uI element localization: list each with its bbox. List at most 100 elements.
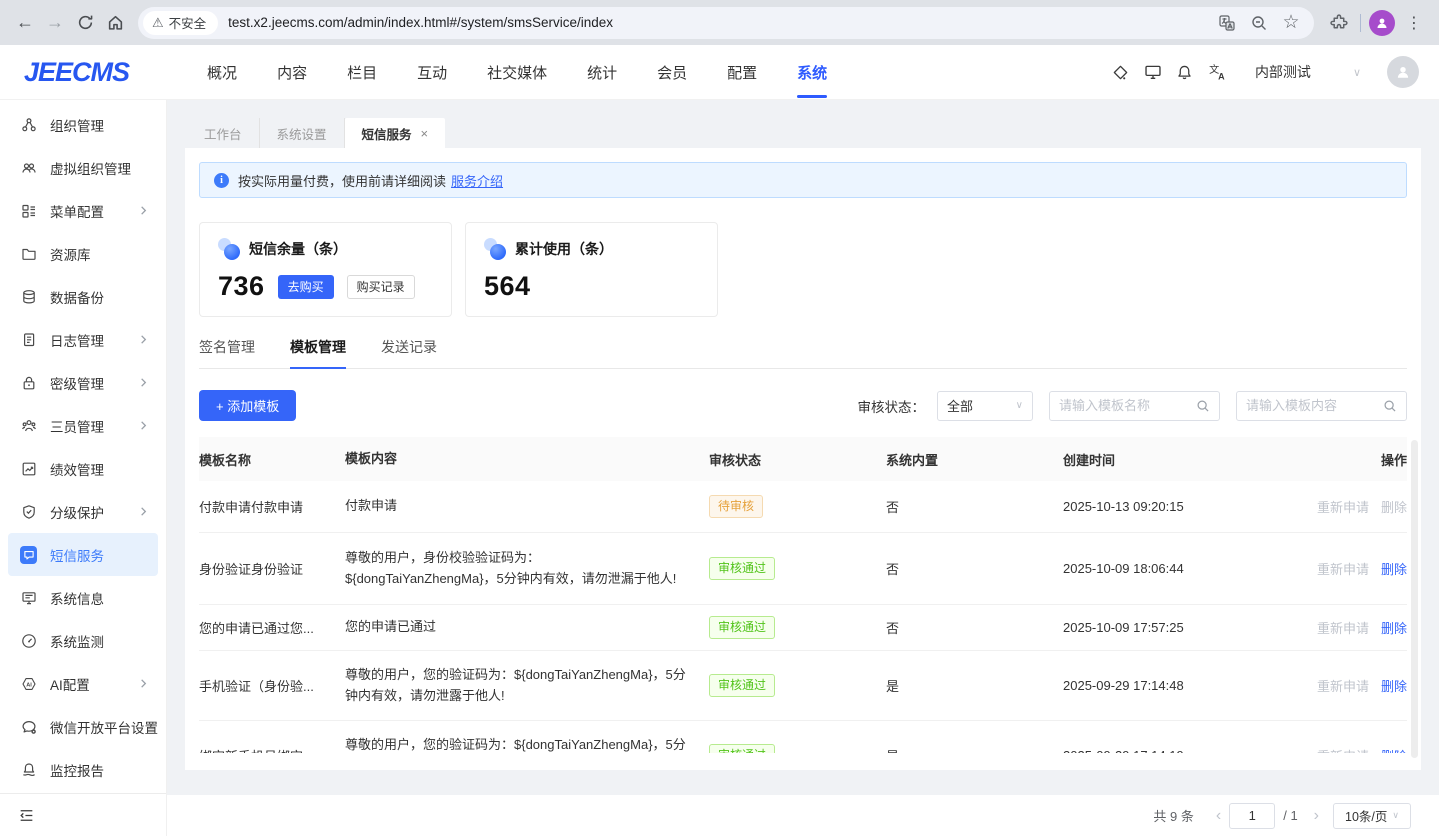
table-scrollbar[interactable]: [1411, 440, 1418, 758]
sidebar-item-classification-management[interactable]: 密级管理: [8, 361, 158, 404]
sidebar-item-label: AI配置: [50, 674, 138, 694]
app-header: JEECMS 概况 内容 栏目 互动 社交媒体 统计 会员 配置 系统 文A 内…: [0, 45, 1439, 100]
page-number-input[interactable]: [1229, 803, 1275, 829]
sidebar-item-resource-library[interactable]: 资源库: [8, 232, 158, 275]
browser-forward-icon[interactable]: →: [40, 8, 70, 38]
nav-item-interaction[interactable]: 互动: [397, 45, 467, 100]
created-time: 2025-09-29 17:14:48: [1063, 678, 1308, 693]
sidebar-item-wechat-open-platform[interactable]: 微信开放平台设置: [8, 705, 158, 748]
extensions-puzzle-icon[interactable]: [1326, 10, 1352, 36]
browser-reload-icon[interactable]: [70, 8, 100, 38]
workspace-tab-sms-service[interactable]: 短信服务 ×: [345, 118, 446, 148]
delete-link[interactable]: 删除: [1381, 749, 1407, 753]
nav-item-content[interactable]: 内容: [257, 45, 327, 100]
browser-menu-icon[interactable]: ⋮: [1399, 8, 1429, 38]
audit-status-select[interactable]: 全部 ∨: [937, 391, 1033, 421]
workspace-tab-dashboard[interactable]: 工作台: [187, 118, 260, 148]
prev-page-icon[interactable]: ‹: [1208, 807, 1229, 825]
tab-send-records[interactable]: 发送记录: [381, 337, 437, 368]
col-builtin: 系统内置: [886, 450, 1063, 469]
buy-button[interactable]: 去购买: [278, 275, 334, 299]
log-document-icon: [20, 331, 37, 348]
page-size-select[interactable]: 10条/页 ∨: [1333, 803, 1411, 829]
sidebar-item-system-monitor[interactable]: 系统监测: [8, 619, 158, 662]
page-separator: /: [1283, 808, 1287, 823]
delete-link[interactable]: 删除: [1381, 679, 1407, 694]
sidebar-item-sms-service[interactable]: 短信服务: [8, 533, 158, 576]
table-body: 付款申请付款申请 付款申请 待审核 否 2025-10-13 09:20:15 …: [199, 481, 1407, 753]
browser-profile-avatar[interactable]: [1369, 10, 1395, 36]
main-content: 工作台 系统设置 短信服务 × i 按实际用量付费，使用前请详细阅读 服务介绍: [167, 100, 1439, 836]
info-icon: i: [214, 173, 229, 188]
browser-back-icon[interactable]: ←: [10, 8, 40, 38]
org-network-icon: [20, 116, 37, 133]
nav-item-statistics[interactable]: 统计: [567, 45, 637, 100]
sidebar-item-performance-management[interactable]: 绩效管理: [8, 447, 158, 490]
sidebar-item-log-management[interactable]: 日志管理: [8, 318, 158, 361]
jeecms-logo[interactable]: JEECMS: [24, 57, 129, 88]
security-chip[interactable]: ⚠ 不安全: [143, 11, 218, 35]
chevron-down-icon[interactable]: ∨: [1353, 66, 1361, 79]
col-template-name: 模板名称: [199, 450, 345, 469]
sidebar-item-virtual-org-management[interactable]: 虚拟组织管理: [8, 146, 158, 189]
user-avatar[interactable]: [1387, 56, 1419, 88]
translate-page-icon[interactable]: [1214, 10, 1240, 36]
performance-chart-icon: [20, 460, 37, 477]
address-bar[interactable]: ⚠ 不安全 test.x2.jeecms.com/admin/index.htm…: [138, 7, 1314, 39]
virtual-org-icon: [20, 159, 37, 176]
delete-link[interactable]: 删除: [1381, 621, 1407, 636]
nav-item-members[interactable]: 会员: [637, 45, 707, 100]
nav-item-overview[interactable]: 概况: [187, 45, 257, 100]
template-content: 您的申请已通过: [345, 617, 709, 637]
nav-item-configuration[interactable]: 配置: [707, 45, 777, 100]
nav-item-social-media[interactable]: 社交媒体: [467, 45, 567, 100]
notification-bell-icon[interactable]: [1169, 56, 1201, 88]
zoom-out-icon[interactable]: [1246, 10, 1272, 36]
clear-cache-icon[interactable]: [1105, 56, 1137, 88]
nav-item-system[interactable]: 系统: [777, 45, 847, 100]
collapse-sidebar-icon[interactable]: [18, 807, 35, 824]
tab-label: 短信服务: [362, 124, 412, 143]
system-info-monitor-icon: [20, 589, 37, 606]
sidebar-item-three-member-management[interactable]: 三员管理: [8, 404, 158, 447]
template-content-input[interactable]: [1246, 398, 1383, 413]
service-intro-link[interactable]: 服务介绍: [451, 171, 503, 190]
workspace-tab-system-settings[interactable]: 系统设置: [260, 118, 345, 148]
bookmark-star-icon[interactable]: ☆: [1278, 10, 1304, 36]
template-content-search: [1236, 391, 1407, 421]
screen-monitor-icon[interactable]: [1137, 56, 1169, 88]
reapply-link: 重新申请: [1317, 621, 1369, 636]
database-icon: [20, 288, 37, 305]
sidebar-item-monitoring-report[interactable]: 监控报告: [8, 748, 158, 791]
sidebar-item-label: 监控报告: [50, 760, 150, 780]
sidebar-item-org-management[interactable]: 组织管理: [8, 103, 158, 146]
sidebar-item-hierarchical-protection[interactable]: 分级保护: [8, 490, 158, 533]
builtin-value: 否: [886, 618, 1063, 637]
tab-signature-management[interactable]: 签名管理: [199, 337, 255, 368]
table-row: 绑定新手机号绑定 尊敬的用户，您的验证码为：${dongTaiYanZhengM…: [199, 721, 1407, 753]
delete-link[interactable]: 删除: [1381, 562, 1407, 577]
add-template-button[interactable]: + 添加模板: [199, 390, 296, 421]
reapply-link: 重新申请: [1317, 562, 1369, 577]
template-name-input[interactable]: [1059, 398, 1196, 413]
sidebar-item-label: 绩效管理: [50, 459, 150, 479]
svg-text:A: A: [1218, 71, 1225, 81]
tab-template-management[interactable]: 模板管理: [290, 337, 346, 368]
next-page-icon[interactable]: ›: [1306, 807, 1327, 825]
col-actions: 操作: [1308, 450, 1407, 469]
sidebar-item-menu-config[interactable]: 菜单配置: [8, 189, 158, 232]
wechat-bubble-icon: [20, 718, 37, 735]
status-badge: 审核通过: [709, 674, 775, 698]
sidebar-item-ai-config[interactable]: AI AI配置: [8, 662, 158, 705]
sms-used-card: 累计使用（条） 564: [465, 222, 718, 317]
environment-name[interactable]: 内部测试: [1255, 62, 1311, 82]
close-tab-icon[interactable]: ×: [421, 126, 429, 141]
browser-home-icon[interactable]: [100, 8, 130, 38]
purchase-record-button[interactable]: 购买记录: [347, 275, 415, 299]
search-icon[interactable]: [1196, 399, 1210, 413]
search-icon[interactable]: [1383, 399, 1397, 413]
sidebar-item-system-info[interactable]: 系统信息: [8, 576, 158, 619]
sidebar-item-data-backup[interactable]: 数据备份: [8, 275, 158, 318]
language-switch-icon[interactable]: 文A: [1201, 56, 1233, 88]
nav-item-channel[interactable]: 栏目: [327, 45, 397, 100]
